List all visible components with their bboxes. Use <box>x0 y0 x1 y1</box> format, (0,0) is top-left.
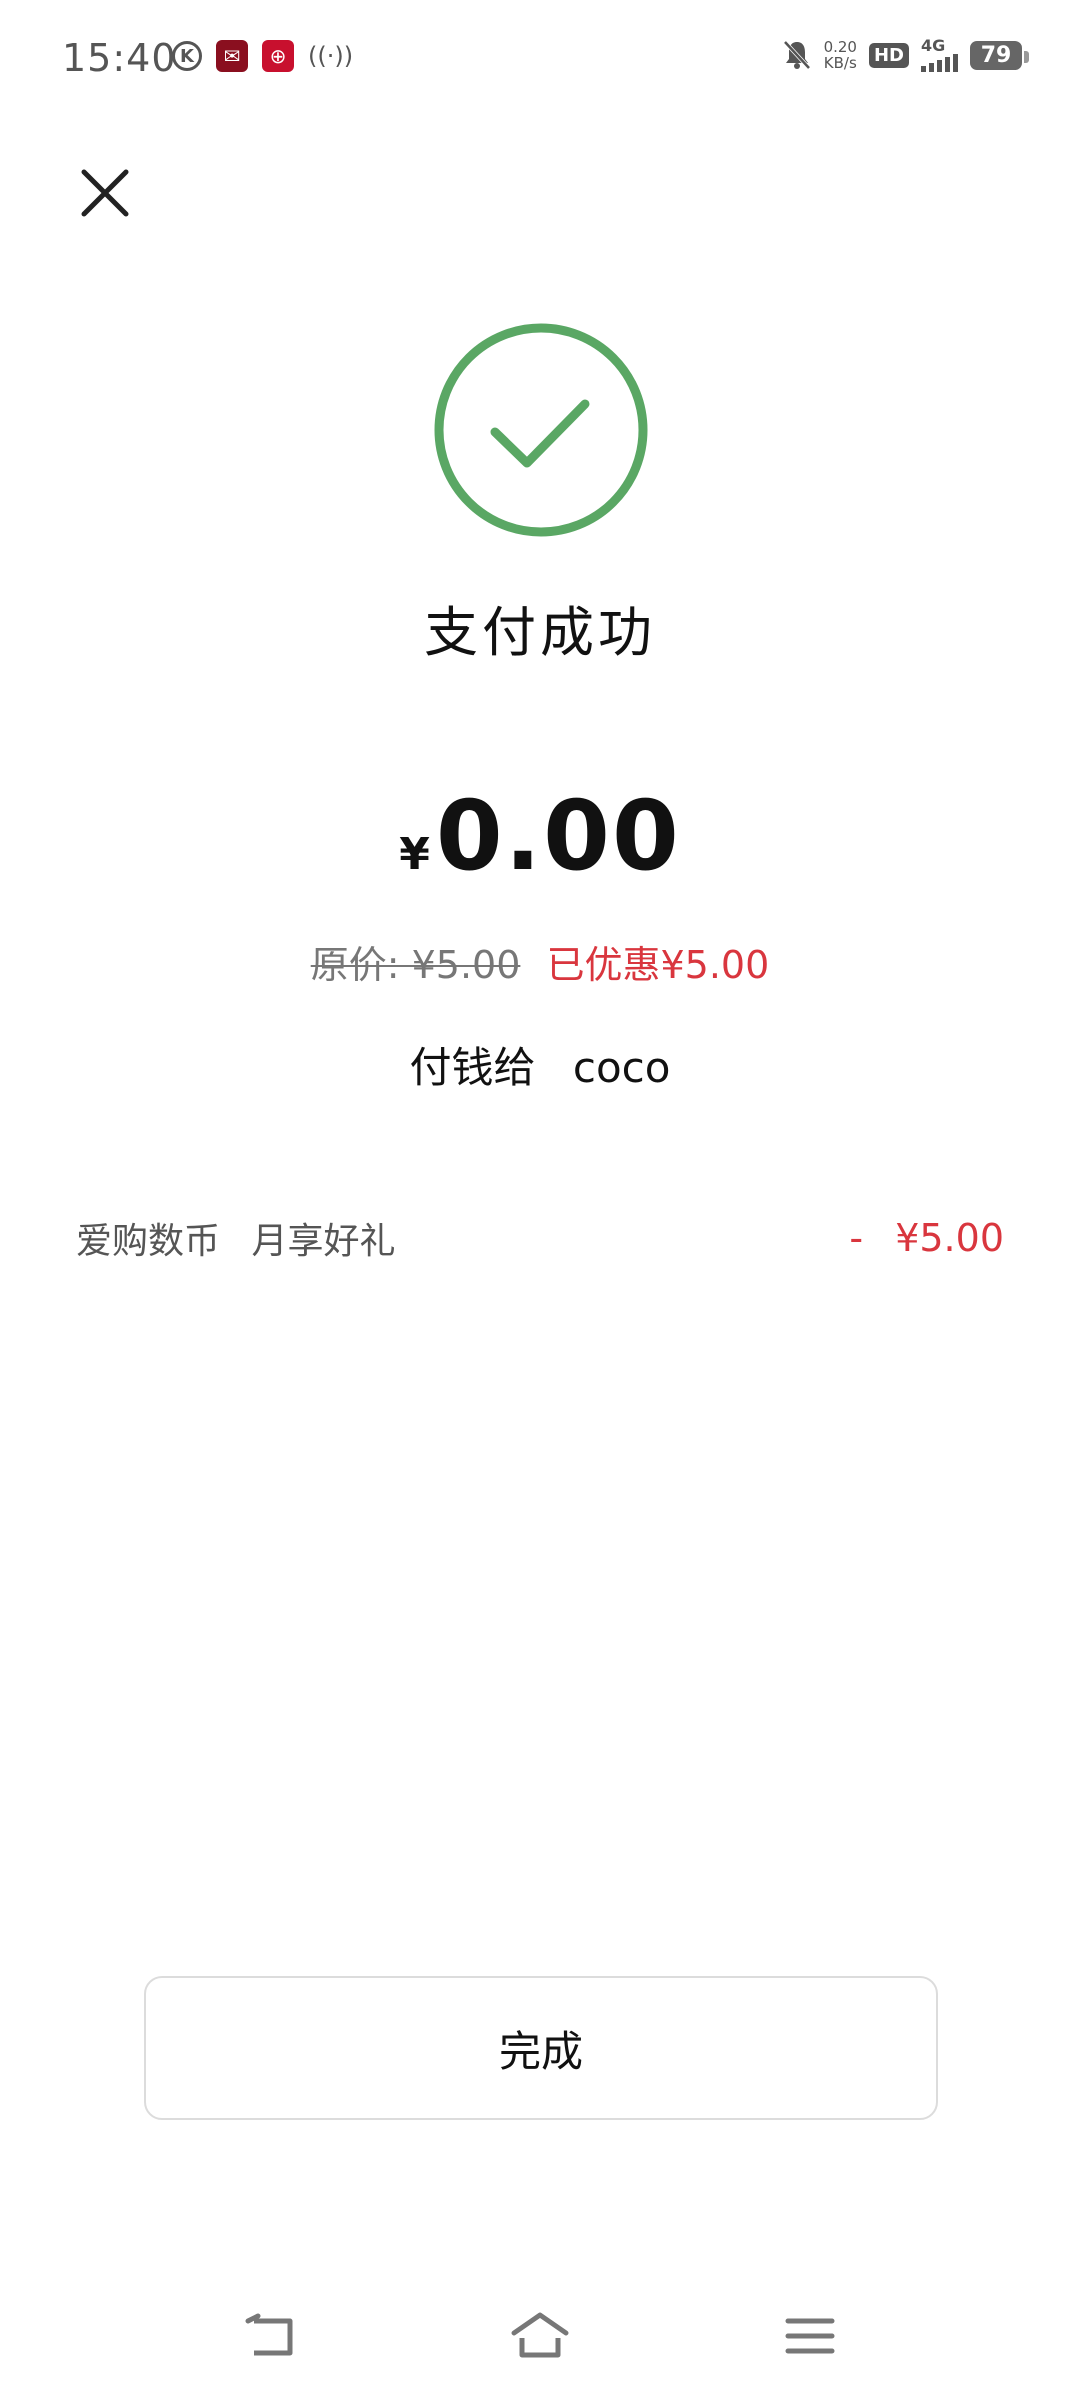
net-speed-unit: KB/s <box>823 54 857 72</box>
promotion-minus: - <box>849 1216 864 1260</box>
payee-name: coco <box>572 1043 671 1092</box>
promotion-value: ¥5.00 <box>895 1216 1004 1260</box>
home-icon <box>511 2312 569 2358</box>
hotspot-icon: ((·)) <box>308 42 354 70</box>
promotion-name: 爱购数币 <box>76 1221 221 1262</box>
payment-app-icon: ⊕ <box>262 40 294 72</box>
battery-icon: 79 <box>970 40 1029 70</box>
system-nav-bar <box>0 2290 1080 2380</box>
done-button[interactable]: 完成 <box>144 1976 938 2120</box>
close-icon <box>81 169 129 217</box>
network-label: 4G <box>921 36 946 55</box>
promotion-desc: 月享好礼 <box>251 1221 396 1262</box>
amount-value: 0.00 <box>435 780 681 892</box>
nav-back-button[interactable] <box>230 2304 310 2368</box>
payee-row: 付钱给 coco <box>0 1034 1080 1095</box>
hd-icon: HD <box>868 42 909 68</box>
promotion-row: 爱购数币 月享好礼 - ¥5.00 <box>76 1212 1004 1264</box>
bank-app-icon: ✉ <box>216 40 248 72</box>
signal-bars <box>921 54 958 72</box>
nav-home-button[interactable] <box>500 2304 580 2368</box>
menu-icon <box>785 2318 835 2354</box>
net-speed-value: 0.20 <box>823 38 857 56</box>
battery-level: 79 <box>980 42 1012 68</box>
close-button[interactable] <box>62 150 148 236</box>
payment-success-screen: 15:40 K ✉ ⊕ ((·)) 0.20 KB/s HD 4G 79 支付成… <box>0 0 1080 2400</box>
discount-row: 原价: ¥5.00 已优惠¥5.00 <box>0 934 1080 989</box>
discount-amount: 已优惠¥5.00 <box>546 943 770 987</box>
payee-label: 付钱给 <box>409 1043 536 1092</box>
status-bar: 15:40 K ✉ ⊕ ((·)) 0.20 KB/s HD 4G 79 <box>0 0 1080 120</box>
currency-symbol: ¥ <box>399 829 430 880</box>
original-price: 原价: ¥5.00 <box>310 943 521 987</box>
status-right-icons: 0.20 KB/s HD 4G 79 <box>782 38 1029 72</box>
promotion-label: 爱购数币 月享好礼 <box>76 1212 395 1264</box>
nav-menu-button[interactable] <box>770 2304 850 2368</box>
status-time: 15:40 <box>62 36 177 80</box>
k-circle-icon: K <box>172 41 202 71</box>
bell-muted-icon <box>783 40 811 70</box>
paid-amount: ¥0.00 <box>0 780 1080 892</box>
back-icon <box>245 2313 293 2356</box>
page-title: 支付成功 <box>424 601 656 664</box>
signal-4g-icon: 4G <box>921 38 958 72</box>
check-circle-icon <box>434 323 648 537</box>
promotion-amount: - ¥5.00 <box>849 1216 1004 1260</box>
status-left-icons: K ✉ ⊕ ((·)) <box>172 40 353 72</box>
net-speed: 0.20 KB/s <box>824 39 857 71</box>
